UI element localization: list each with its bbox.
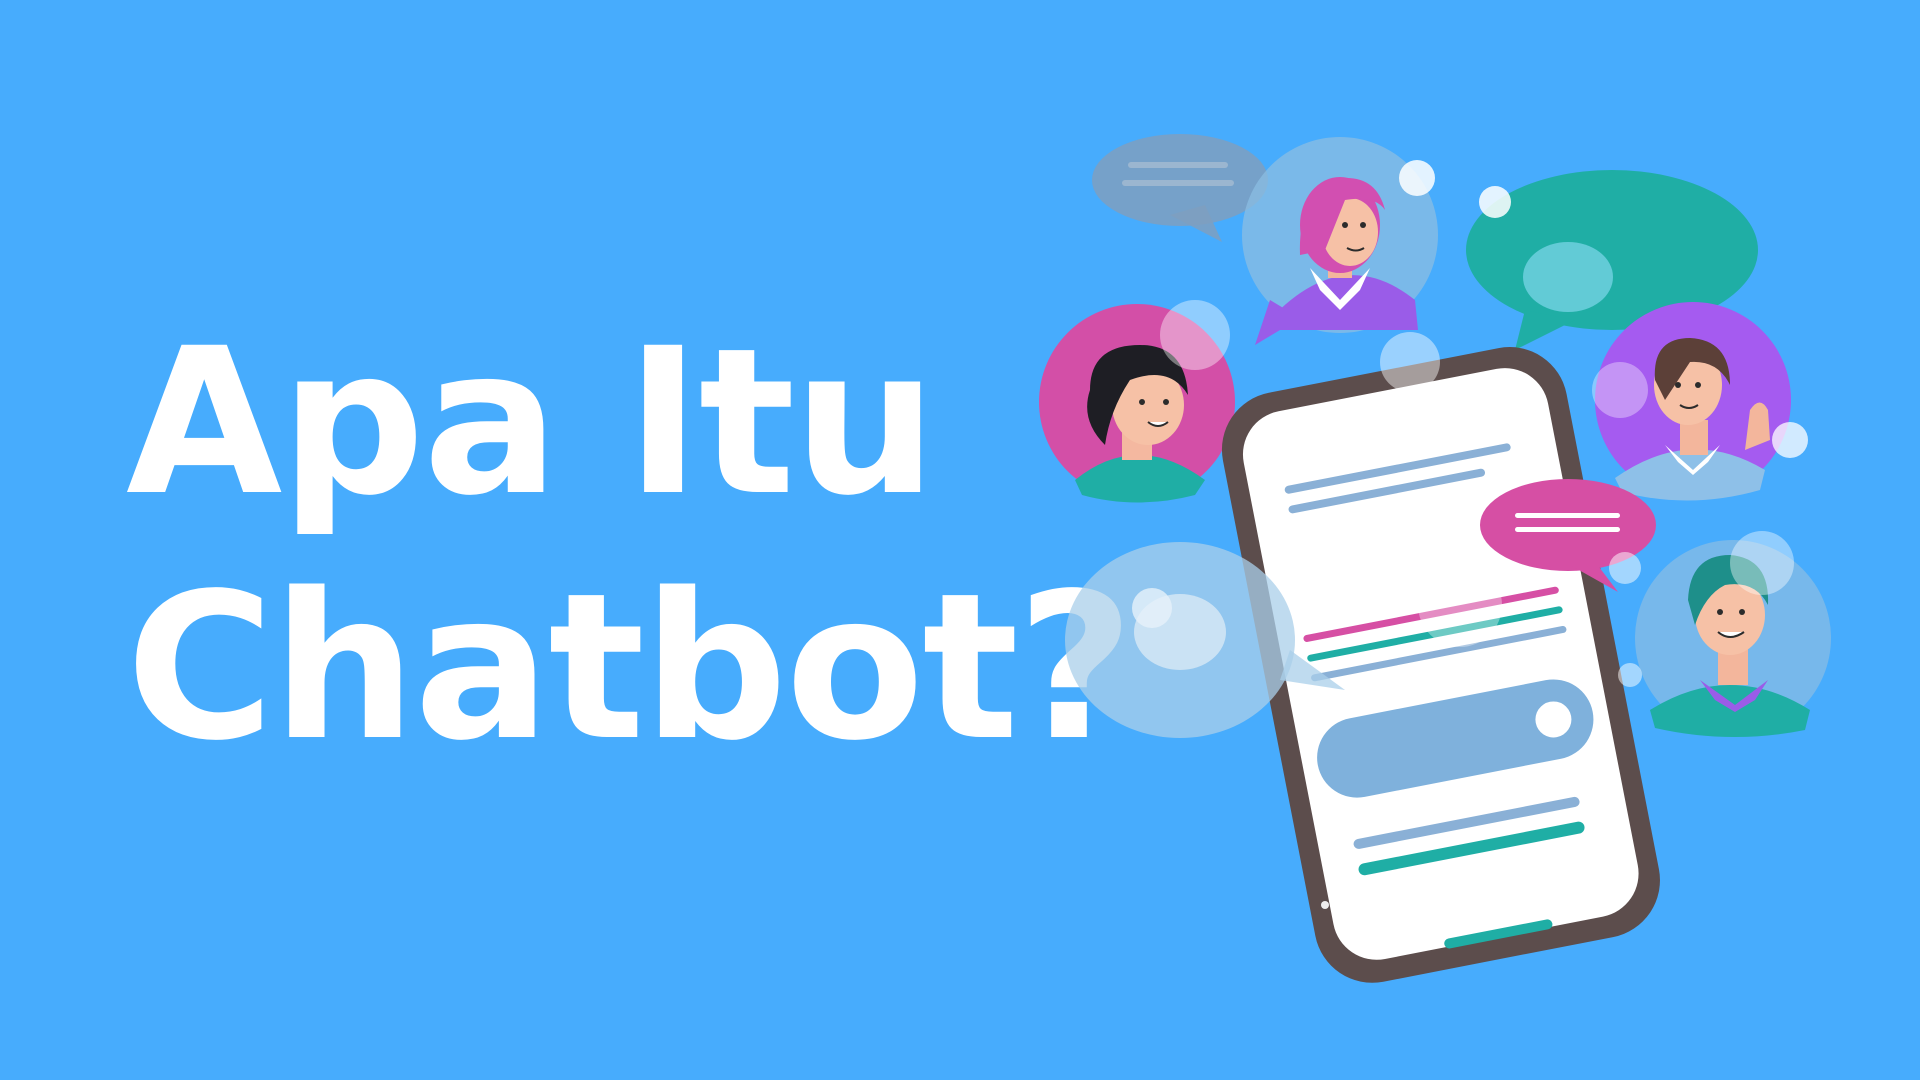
chatbot-illustration [1039, 134, 1831, 983]
banner: Apa Itu Chatbot? [0, 0, 1920, 1080]
avatar-dark-hair [1039, 300, 1235, 503]
avatar-teal-hair [1635, 531, 1831, 738]
gray-speech-bubble-icon [1092, 134, 1268, 242]
